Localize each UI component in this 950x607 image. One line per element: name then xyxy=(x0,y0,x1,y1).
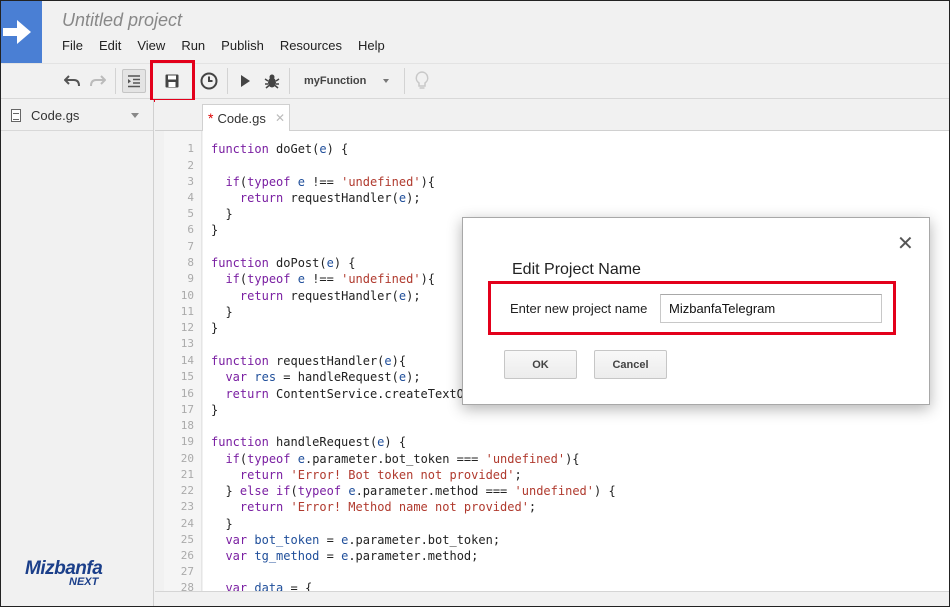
code-line: } xyxy=(211,207,233,221)
editor-tab-bar: * Code.gs ✕ xyxy=(155,100,949,131)
line-number: 4 xyxy=(187,191,194,204)
code-line: var tg_method = e.parameter.method; xyxy=(225,549,479,563)
line-number: 26 xyxy=(180,549,194,562)
code-line: } xyxy=(211,403,219,417)
file-sidebar: Code.gs Mizbanfa NEXT xyxy=(1,100,154,606)
code-line: if(typeof e !== 'undefined'){ xyxy=(225,175,436,189)
status-bar xyxy=(155,591,949,606)
line-number: 9 xyxy=(187,272,194,285)
lightbulb-icon[interactable] xyxy=(411,64,433,98)
line-number: 2 xyxy=(187,159,194,172)
line-number: 24 xyxy=(180,517,194,530)
line-number: 12 xyxy=(180,321,194,334)
tab-code-gs[interactable]: * Code.gs ✕ xyxy=(202,104,290,131)
code-line: return requestHandler(e); xyxy=(239,191,421,205)
line-number: 18 xyxy=(180,419,194,432)
line-number: 27 xyxy=(180,565,194,578)
header: Untitled project File Edit View Run Publ… xyxy=(1,1,949,63)
menu-bar: File Edit View Run Publish Resources Hel… xyxy=(62,38,401,53)
app-window: Untitled project File Edit View Run Publ… xyxy=(0,0,950,607)
chevron-down-icon[interactable] xyxy=(131,113,139,118)
menu-publish[interactable]: Publish xyxy=(221,38,264,53)
edit-project-name-dialog: ✕ Edit Project Name Enter new project na… xyxy=(462,217,930,405)
redo-icon[interactable] xyxy=(87,64,109,98)
document-icon xyxy=(11,108,21,122)
line-number: 25 xyxy=(180,533,194,546)
menu-resources[interactable]: Resources xyxy=(280,38,342,53)
line-number: 1 xyxy=(187,142,194,155)
code-line: return 'Error! Method name not provided'… xyxy=(239,500,537,514)
line-number: 14 xyxy=(180,354,194,367)
close-icon[interactable]: ✕ xyxy=(897,234,914,254)
menu-view[interactable]: View xyxy=(137,38,165,53)
sidebar-item-code-gs[interactable]: Code.gs xyxy=(1,100,153,131)
tab-label: Code.gs xyxy=(217,110,266,126)
indent-icon[interactable] xyxy=(122,69,146,93)
run-icon[interactable] xyxy=(235,64,255,98)
line-number: 5 xyxy=(187,207,194,220)
mizbanfa-logo: Mizbanfa NEXT xyxy=(25,558,115,588)
undo-icon[interactable] xyxy=(61,64,83,98)
line-number: 28 xyxy=(180,581,194,591)
code-line: } xyxy=(211,223,219,237)
line-number: 13 xyxy=(180,337,194,350)
dialog-title: Edit Project Name xyxy=(512,261,641,278)
menu-file[interactable]: File xyxy=(62,38,83,53)
line-number: 10 xyxy=(180,289,194,302)
menu-help[interactable]: Help xyxy=(358,38,385,53)
arrow-icon xyxy=(3,20,31,44)
line-number: 15 xyxy=(180,370,194,383)
ok-button[interactable]: OK xyxy=(504,350,577,379)
function-select-value: myFunction xyxy=(304,75,367,87)
code-line: function doPost(e) { xyxy=(211,256,356,270)
code-line: function doGet(e) { xyxy=(211,142,349,156)
code-line: if(typeof e.parameter.bot_token === 'und… xyxy=(225,452,580,466)
line-number: 7 xyxy=(187,240,194,253)
code-line: if(typeof e !== 'undefined'){ xyxy=(225,272,436,286)
file-name: Code.gs xyxy=(31,107,80,123)
line-number: 21 xyxy=(180,468,194,481)
menu-edit[interactable]: Edit xyxy=(99,38,121,53)
apps-script-logo[interactable] xyxy=(1,1,42,63)
code-line: } xyxy=(211,305,233,319)
menu-run[interactable]: Run xyxy=(181,38,205,53)
code-line: var data = { xyxy=(225,581,313,591)
brand-line2: NEXT xyxy=(69,576,99,588)
toolbar-divider xyxy=(227,68,228,94)
function-select[interactable]: myFunction xyxy=(293,64,401,98)
code-line: return 'Error! Bot token not provided'; xyxy=(239,468,522,482)
project-title[interactable]: Untitled project xyxy=(62,10,182,31)
line-number: 17 xyxy=(180,403,194,416)
code-line: function handleRequest(e) { xyxy=(211,435,407,449)
code-line: } xyxy=(211,321,219,335)
line-number: 16 xyxy=(180,387,194,400)
code-line: return requestHandler(e); xyxy=(239,289,421,303)
modified-marker: * xyxy=(208,110,214,126)
chevron-down-icon xyxy=(383,79,389,83)
code-line: var bot_token = e.parameter.bot_token; xyxy=(225,533,501,547)
input-highlight-box xyxy=(488,281,896,335)
cancel-button[interactable]: Cancel xyxy=(594,350,667,379)
code-line: function requestHandler(e){ xyxy=(211,354,407,368)
toolbar: myFunction xyxy=(1,63,949,99)
line-number: 23 xyxy=(180,500,194,513)
line-number: 6 xyxy=(187,223,194,236)
close-tab-icon[interactable]: ✕ xyxy=(275,111,285,125)
code-line: return ContentService.createTextO xyxy=(225,387,464,401)
triggers-icon[interactable] xyxy=(197,64,221,98)
line-number: 22 xyxy=(180,484,194,497)
code-line: } else if(typeof e.parameter.method === … xyxy=(211,484,616,498)
line-number: 20 xyxy=(180,452,194,465)
code-line: var res = handleRequest(e); xyxy=(225,370,421,384)
line-number: 3 xyxy=(187,175,194,188)
line-number: 19 xyxy=(180,435,194,448)
toolbar-divider xyxy=(115,68,116,94)
save-highlight-box xyxy=(150,60,195,102)
line-number: 8 xyxy=(187,256,194,269)
toolbar-divider xyxy=(404,68,405,94)
line-number: 11 xyxy=(180,305,194,318)
debug-icon[interactable] xyxy=(261,64,283,98)
toolbar-divider xyxy=(289,68,290,94)
code-line: } xyxy=(211,517,233,531)
